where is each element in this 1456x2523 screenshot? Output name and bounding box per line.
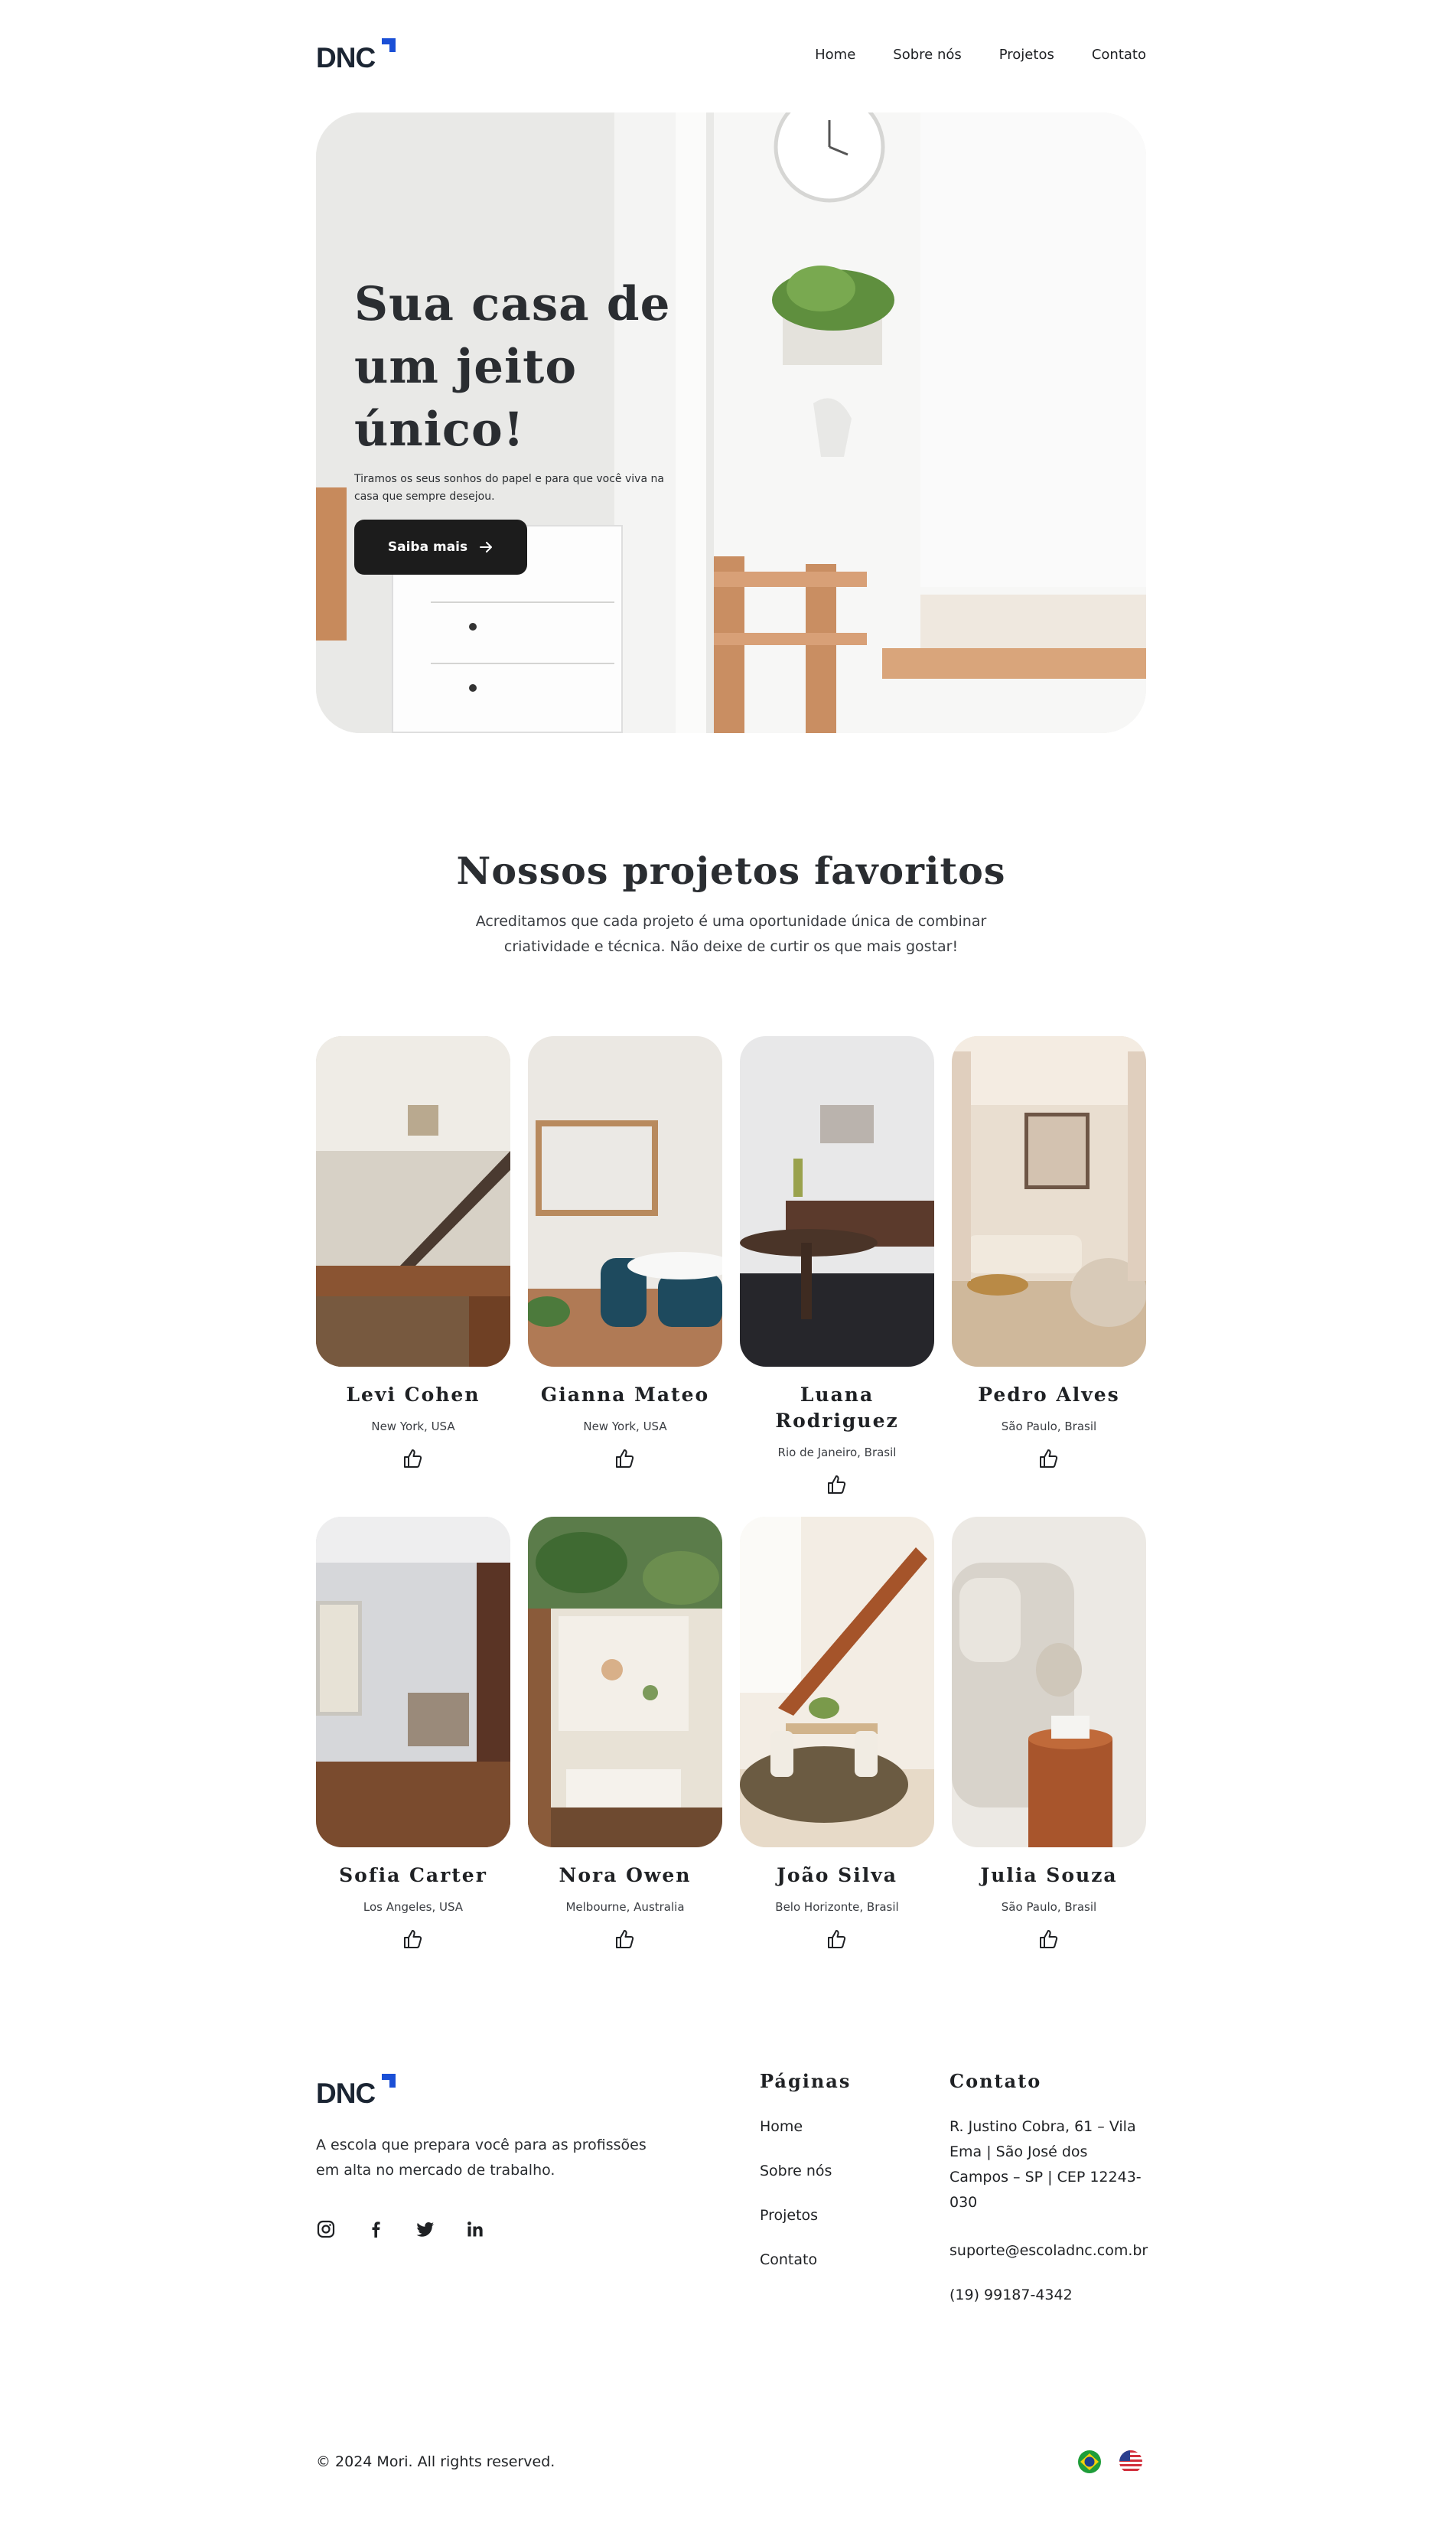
project-photo[interactable] — [952, 1036, 1146, 1367]
project-photo[interactable] — [740, 1036, 934, 1367]
footer-description: A escola que prepara você para as profis… — [316, 2137, 647, 2179]
project-name: Julia Souza — [980, 1864, 1118, 1886]
dnc-logo[interactable]: DNC — [316, 37, 400, 75]
thumbs-up-icon[interactable] — [1038, 1448, 1060, 1469]
project-location: New York, USA — [371, 1420, 455, 1433]
project-card: João Silva Belo Horizonte, Brasil — [740, 1517, 934, 1997]
thumbs-up-icon[interactable] — [614, 1448, 636, 1469]
hero-title: Sua casa de um jeito único! — [354, 277, 671, 457]
project-name: Pedro Alves — [978, 1384, 1120, 1406]
brazil-flag-icon[interactable] — [1077, 2450, 1102, 2474]
thumbs-up-icon[interactable] — [826, 1928, 848, 1950]
project-name: Nora Owen — [559, 1864, 692, 1886]
footer-link-home[interactable]: Home — [760, 2117, 803, 2136]
nav-home[interactable]: Home — [815, 46, 855, 64]
nav-contato[interactable]: Contato — [1092, 46, 1146, 64]
project-card: Sofia Carter Los Angeles, USA — [316, 1517, 510, 1997]
thumbs-up-icon[interactable] — [826, 1474, 848, 1495]
project-card: Levi Cohen New York, USA — [316, 1036, 510, 1517]
footer-email[interactable]: suporte@escoladnc.com.br — [949, 2241, 1148, 2260]
instagram-icon[interactable] — [316, 2219, 336, 2239]
thumbs-up-icon[interactable] — [402, 1928, 424, 1950]
project-photo[interactable] — [528, 1517, 722, 1847]
footer-logo[interactable]: DNC — [316, 2072, 400, 2111]
facebook-icon[interactable] — [366, 2219, 386, 2239]
linkedin-icon[interactable] — [465, 2219, 485, 2239]
projects-grid: Levi Cohen New York, USA Gianna Mateo Ne… — [316, 1036, 1146, 1997]
project-card: Gianna Mateo New York, USA — [528, 1036, 722, 1517]
thumbs-up-icon[interactable] — [1038, 1928, 1060, 1950]
project-photo[interactable] — [316, 1036, 510, 1367]
project-photo[interactable] — [740, 1517, 934, 1847]
project-name: Levi Cohen — [346, 1384, 480, 1406]
footer-pages-title: Páginas — [760, 2070, 852, 2092]
project-location: Melbourne, Australia — [565, 1900, 685, 1914]
saiba-mais-label: Saiba mais — [387, 539, 468, 555]
social-links — [316, 2219, 485, 2239]
project-location: Los Angeles, USA — [363, 1900, 464, 1914]
arrow-right-icon — [480, 542, 493, 553]
project-location: São Paulo, Brasil — [1001, 1900, 1097, 1914]
project-card: Pedro Alves São Paulo, Brasil — [952, 1036, 1146, 1517]
hero-subtitle: Tiramos os seus sonhos do papel e para q… — [354, 473, 664, 503]
main-nav: Home Sobre nós Projetos Contato — [815, 46, 1146, 64]
thumbs-up-icon[interactable] — [614, 1928, 636, 1950]
project-name: Luana Rodriguez — [775, 1384, 899, 1432]
project-name: João Silva — [777, 1864, 897, 1886]
logo-mark-icon — [382, 38, 396, 52]
logo-mark-icon — [382, 2074, 396, 2088]
saiba-mais-button[interactable]: Saiba mais — [354, 520, 527, 575]
project-location: New York, USA — [583, 1420, 667, 1433]
site-header: DNC Home Sobre nós Projetos Contato — [316, 37, 1146, 75]
project-photo[interactable] — [316, 1517, 510, 1847]
footer-link-projetos[interactable]: Projetos — [760, 2206, 818, 2225]
twitter-icon[interactable] — [415, 2219, 435, 2239]
project-photo[interactable] — [528, 1036, 722, 1367]
logo-wordmark: DNC — [316, 42, 376, 73]
footer-link-sobre-nos[interactable]: Sobre nós — [760, 2162, 832, 2180]
project-card: Luana Rodriguez Rio de Janeiro, Brasil — [740, 1036, 934, 1517]
usa-flag-icon[interactable] — [1119, 2450, 1143, 2474]
project-card: Julia Souza São Paulo, Brasil — [952, 1517, 1146, 1997]
nav-sobre-nos[interactable]: Sobre nós — [893, 46, 961, 64]
project-name: Gianna Mateo — [540, 1384, 710, 1406]
footer-link-contato[interactable]: Contato — [760, 2251, 817, 2269]
thumbs-up-icon[interactable] — [402, 1448, 424, 1469]
projects-title: Nossos projetos favoritos — [456, 849, 1006, 893]
footer-contact-title: Contato — [949, 2070, 1042, 2092]
project-card: Nora Owen Melbourne, Australia — [528, 1517, 722, 1997]
footer-address: R. Justino Cobra, 61 – Vila Ema | São Jo… — [949, 2118, 1142, 2211]
project-name: Sofia Carter — [339, 1864, 487, 1886]
nav-projetos[interactable]: Projetos — [999, 46, 1054, 64]
hero-banner: Sua casa de um jeito único! Tiramos os s… — [316, 112, 1146, 733]
projects-subtitle: Acreditamos que cada projeto é uma oport… — [475, 913, 987, 955]
footer-logo-wordmark: DNC — [316, 2078, 376, 2109]
project-location: Belo Horizonte, Brasil — [775, 1900, 899, 1914]
project-location: Rio de Janeiro, Brasil — [777, 1446, 897, 1459]
project-location: São Paulo, Brasil — [1001, 1420, 1097, 1433]
footer-phone: (19) 99187-4342 — [949, 2287, 1073, 2303]
project-photo[interactable] — [952, 1517, 1146, 1847]
copyright: © 2024 Mori. All rights reserved. — [316, 2453, 555, 2470]
